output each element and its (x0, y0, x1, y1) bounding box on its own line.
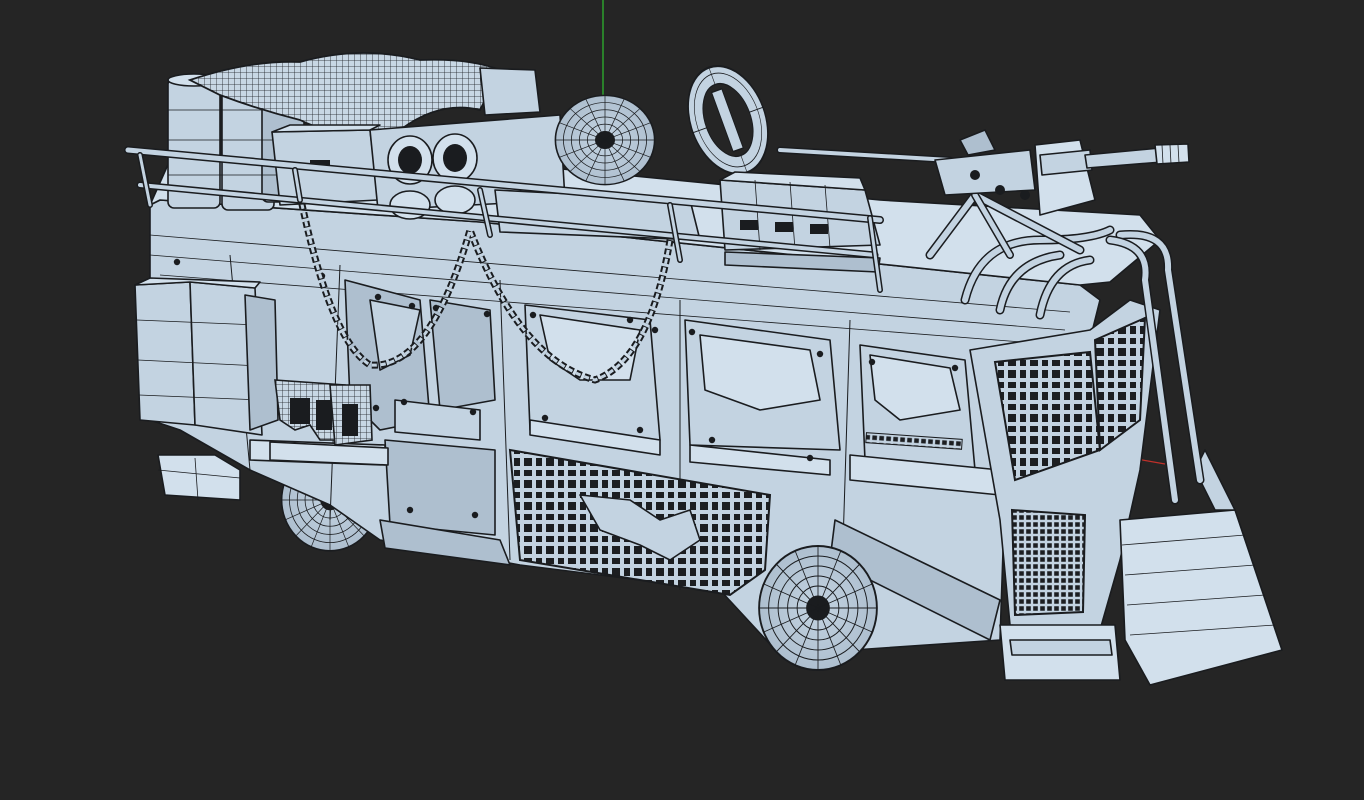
roof-tire-upright (687, 64, 769, 176)
armored-bus-model[interactable] (124, 52, 1283, 686)
spare-tire (554, 94, 656, 186)
roof-ammo-crates (719, 171, 881, 273)
front-wheel (758, 545, 878, 671)
3d-viewport[interactable] (0, 0, 1364, 800)
front-grille-lower (1010, 508, 1087, 617)
rear-storage-boxes (134, 277, 279, 436)
hanging-sacks (269, 379, 389, 466)
scene-canvas[interactable] (0, 0, 1364, 800)
rear-bumper (157, 454, 241, 501)
plow-blade (1119, 509, 1283, 686)
